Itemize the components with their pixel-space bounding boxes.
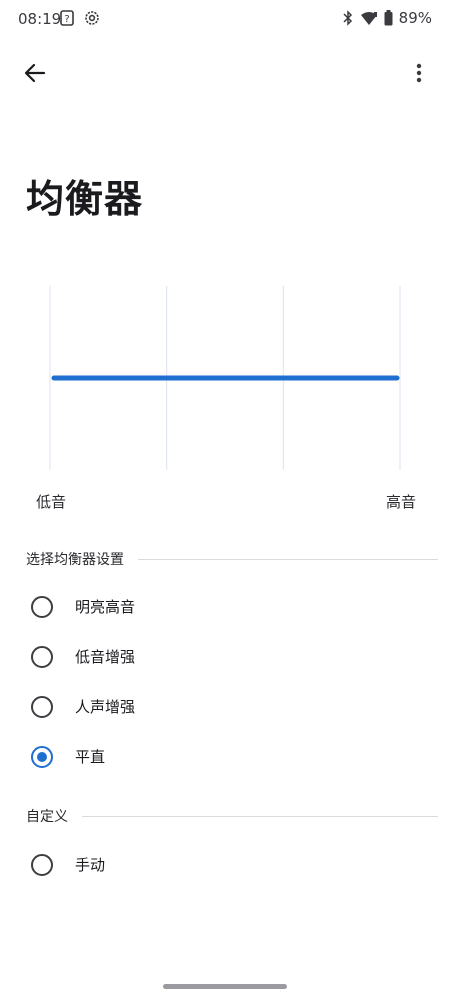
battery-icon [384, 10, 393, 26]
status-bar: 08:19 ? 89% [0, 0, 450, 38]
status-time: 08:19 [18, 10, 62, 28]
battery-percent: 89% [398, 9, 432, 27]
radio-button[interactable] [31, 746, 53, 768]
arrow-back-icon [23, 61, 47, 85]
app-bar [0, 52, 450, 92]
preset-label: 人声增强 [75, 698, 136, 716]
custom-option-manual[interactable]: 手动 [0, 840, 450, 890]
radio-button[interactable] [31, 854, 53, 876]
more-vertical-icon [416, 63, 422, 83]
back-button[interactable] [18, 56, 52, 90]
preset-label: 明亮高音 [75, 598, 136, 616]
bass-label: 低音 [36, 493, 67, 511]
preset-option-vocal-boost[interactable]: 人声增强 [0, 682, 450, 732]
radio-button[interactable] [31, 646, 53, 668]
preset-option-bright-treble[interactable]: 明亮高音 [0, 582, 450, 632]
gear-icon [84, 10, 100, 26]
more-options-button[interactable] [402, 56, 436, 90]
wifi-icon [360, 11, 378, 26]
radio-button[interactable] [31, 696, 53, 718]
equalizer-svg [49, 286, 401, 470]
divider [138, 558, 438, 560]
home-indicator[interactable] [163, 984, 287, 989]
radio-button[interactable] [31, 596, 53, 618]
preset-option-bass-boost[interactable]: 低音增强 [0, 632, 450, 682]
svg-text:?: ? [64, 14, 69, 25]
preset-section-header: 选择均衡器设置 [26, 549, 438, 569]
question-box-icon: ? [60, 10, 74, 26]
equalizer-graph[interactable] [0, 280, 450, 480]
preset-section-title: 选择均衡器设置 [26, 552, 124, 568]
custom-section-title: 自定义 [26, 809, 68, 825]
status-right: 89% [342, 9, 432, 27]
preset-label: 低音增强 [75, 648, 136, 666]
custom-section-header: 自定义 [26, 806, 438, 826]
preset-label: 平直 [75, 748, 106, 766]
divider [82, 815, 438, 817]
treble-label: 高音 [386, 493, 417, 511]
custom-label: 手动 [75, 856, 106, 874]
preset-option-flat[interactable]: 平直 [0, 732, 450, 782]
page-title: 均衡器 [26, 177, 144, 221]
bluetooth-icon [342, 10, 354, 26]
status-left-icons: ? [60, 10, 100, 26]
